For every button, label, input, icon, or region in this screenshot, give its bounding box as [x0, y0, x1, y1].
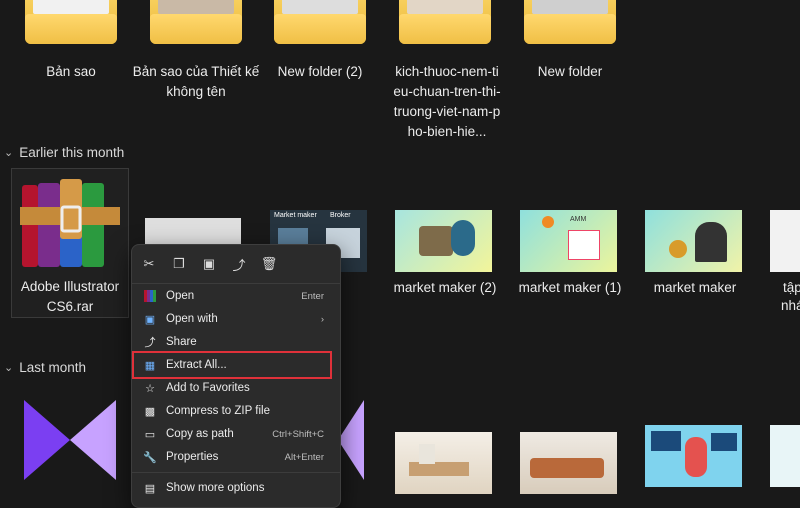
document-thumbnail [770, 210, 800, 272]
menu-separator [132, 472, 340, 473]
image-thumbnail[interactable] [645, 425, 742, 487]
menu-item-label: Compress to ZIP file [166, 405, 270, 417]
menu-item-shortcut: Enter [301, 290, 324, 302]
menu-item-open[interactable]: Open Enter [136, 285, 334, 307]
copy-icon[interactable]: ❐ [168, 253, 190, 275]
zip-icon: ▩ [144, 405, 156, 418]
star-icon: ☆ [145, 382, 155, 395]
chevron-down-icon: ⌄ [4, 147, 14, 159]
chevron-right-icon: › [320, 313, 324, 325]
menu-item-shortcut: Ctrl+Shift+C [272, 428, 324, 440]
menu-item-label: Open with [166, 313, 218, 325]
folder-icon [25, 0, 117, 44]
winrar-archive-icon [20, 179, 120, 267]
menu-item-shortcut: Alt+Enter [284, 451, 324, 463]
menu-item-share[interactable]: ⤴ Share [136, 331, 334, 353]
more-options-icon: ▤ [144, 482, 156, 495]
folder-label: Bản sao [46, 64, 96, 79]
file-label: market maker (1) [518, 280, 622, 295]
menu-item-label: Share [166, 336, 197, 348]
menu-item-copy-as-path[interactable]: ▭ Copy as path Ctrl+Shift+C [136, 423, 334, 445]
folder-icon [274, 0, 366, 44]
wrench-icon: 🔧 [143, 451, 157, 464]
open-with-icon: ▣ [144, 313, 156, 326]
winrar-icon [142, 288, 158, 304]
share-icon: ⤴ [144, 337, 156, 349]
file-label: tập [783, 280, 800, 295]
menu-item-label: Show more options [166, 482, 265, 494]
section-label: Last month [19, 360, 87, 375]
image-thumbnail: AMM [520, 210, 617, 272]
menu-item-compress-zip[interactable]: ▩ Compress to ZIP file [136, 400, 334, 422]
share-icon[interactable]: ⤴ [228, 253, 250, 275]
image-thumbnail[interactable] [770, 425, 800, 487]
copy-path-icon: ▭ [144, 428, 156, 441]
menu-item-label: Open [166, 290, 195, 302]
image-thumbnail[interactable] [395, 432, 492, 494]
chevron-down-icon: ⌄ [4, 362, 14, 374]
file-adobe-illustrator-rar[interactable]: Adobe Illustrator CS6.rar [11, 168, 129, 318]
cut-icon[interactable]: ✂ [138, 253, 160, 275]
thumb-caption: Broker [330, 212, 351, 219]
folder-icon [150, 0, 242, 44]
folder-label: New folder (2) [277, 64, 363, 79]
file-label: market maker [653, 280, 737, 295]
file-label: Adobe Illustrator CS6.rar [20, 279, 120, 314]
image-thumbnail [645, 210, 742, 272]
menu-item-open-with[interactable]: ▣ Open with › [136, 308, 334, 330]
section-earlier-this-month[interactable]: ⌄ Earlier this month [4, 145, 124, 160]
menu-item-label: Add to Favorites [166, 382, 250, 394]
rename-icon[interactable]: ▣ [198, 253, 220, 275]
folder-label: New folder [537, 64, 603, 79]
section-label: Earlier this month [19, 145, 125, 160]
menu-item-properties[interactable]: 🔧 Properties Alt+Enter [136, 446, 334, 468]
folder-label: kich-thuoc-nem-tieu-chuan-tren-thi-truon… [393, 64, 501, 139]
folder-icon [399, 0, 491, 44]
folder-label: Bản sao của Thiết kế không tên [132, 64, 260, 99]
thumb-caption: AMM [570, 216, 587, 223]
thumb-caption: Market maker [274, 212, 317, 219]
menu-item-label: Properties [166, 451, 219, 463]
menu-item-add-to-favorites[interactable]: ☆ Add to Favorites [136, 377, 334, 399]
kmplayer-icon [24, 400, 116, 480]
section-last-month[interactable]: ⌄ Last month [4, 360, 86, 375]
folder-icon [524, 0, 616, 44]
image-thumbnail[interactable] [520, 432, 617, 494]
image-thumbnail [395, 210, 492, 272]
file-label: market maker (2) [393, 280, 497, 295]
menu-item-label: Copy as path [166, 428, 234, 440]
delete-icon[interactable]: 🗑 [258, 253, 280, 275]
file-label: nhá [781, 298, 800, 313]
menu-separator [132, 283, 340, 284]
menu-item-show-more-options[interactable]: ▤ Show more options [136, 477, 334, 499]
extract-all-highlight [132, 351, 332, 379]
context-menu-toolbar: ✂ ❐ ▣ ⤴ 🗑 [132, 245, 340, 283]
